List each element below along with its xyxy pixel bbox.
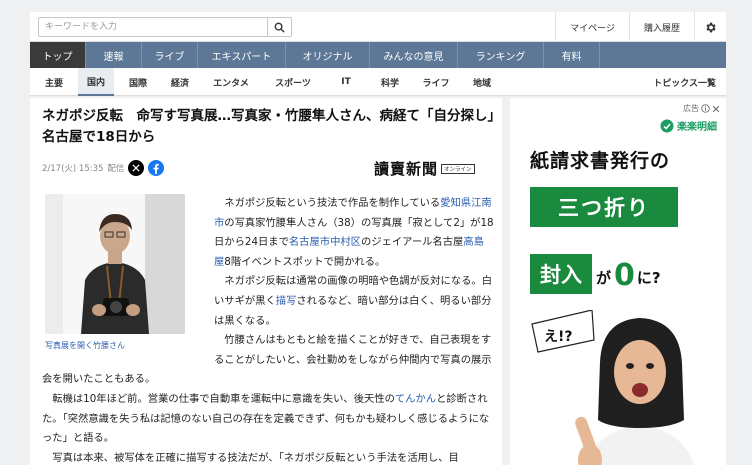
publisher-tag: オンライン	[441, 163, 475, 174]
search-box	[38, 17, 292, 37]
link-nakamura-ward[interactable]: 名古屋市中村区	[289, 236, 361, 248]
search-input[interactable]	[39, 18, 267, 36]
top-bar: マイページ 購入履歴	[30, 12, 726, 42]
info-icon[interactable]	[701, 104, 710, 113]
advertisement[interactable]: 広告 楽楽明細 紙請求書発行の 三つ折り 封入 が 0 に? え!?	[510, 98, 726, 465]
brand-logo-icon	[660, 119, 674, 132]
ad-highlight-box-2: 封入	[530, 254, 592, 294]
nav-expert[interactable]: エキスパート	[198, 42, 286, 68]
article-date-label: 配信	[107, 164, 125, 174]
article-headline: ネガポジ反転 命写す写真展…写真家・竹腰隼人さん、病経て「自分探し」 名古屋で1…	[42, 108, 508, 145]
nav-live[interactable]: ライブ	[142, 42, 198, 68]
top-links: マイページ 購入履歴	[555, 12, 726, 42]
search-icon	[274, 22, 285, 33]
ad-particle-ni: に?	[636, 269, 661, 287]
share-x-button[interactable]	[128, 160, 145, 176]
nav-top[interactable]: トップ	[30, 42, 86, 68]
purchase-history-link[interactable]: 購入履歴	[628, 12, 694, 42]
nav-paid[interactable]: 有料	[544, 42, 600, 68]
x-logo-icon	[132, 164, 141, 172]
ad-brand: 楽楽明細	[660, 118, 717, 133]
subnav-science[interactable]: 科学	[372, 68, 408, 96]
ad-person-illustration: え!?	[531, 310, 695, 465]
ad-particle-ga: が	[596, 269, 612, 287]
share-facebook-button[interactable]	[148, 160, 165, 176]
paragraph-text: のジェイアール名古屋	[360, 236, 464, 249]
subnav-economy[interactable]: 経済	[162, 68, 198, 96]
mypage-link[interactable]: マイページ	[555, 12, 629, 42]
main-nav: トップ 速報 ライブ エキスパート オリジナル みんなの意見 ランキング 有料	[30, 42, 726, 68]
ad-tagline: 封入 が 0 に?	[530, 254, 661, 294]
subnav-domestic[interactable]: 国内	[78, 68, 114, 96]
article-paragraph-5: 写真は本来、被写体を正確に描写する技法だが、「ネガポジ反転という手法を活用し、目	[52, 451, 459, 464]
link-epilepsy[interactable]: てんかん	[395, 393, 436, 405]
nav-original[interactable]: オリジナル	[286, 42, 370, 68]
facebook-logo-icon	[153, 163, 160, 174]
link-depiction[interactable]: 描写	[276, 295, 297, 307]
paragraph-text: ネガポジ反転という技法で作品を制作している	[224, 197, 441, 209]
article-meta: 2/17(火) 15:35 配信	[42, 160, 165, 176]
ad-bubble-text: え!?	[544, 329, 573, 345]
subnav-it[interactable]: IT	[330, 68, 362, 96]
paragraph-text: 8階イベントスポットで開かれる。	[224, 255, 386, 268]
article-date: 2/17(火) 15:35	[42, 164, 104, 174]
ad-label: 広告	[683, 103, 720, 114]
settings-button[interactable]	[694, 12, 726, 42]
subnav-life[interactable]: ライフ	[416, 68, 456, 96]
paragraph-text: 転機は10年ほど前。営業の仕事で自動車を運転中に意識を失い、後天性の	[52, 392, 395, 405]
article-paragraph-4: 転機は10年ほど前。営業の仕事で自動車を運転中に意識を失い、後天性のてんかんと診…	[42, 390, 494, 449]
ad-zero: 0	[614, 258, 635, 293]
close-icon[interactable]	[712, 105, 720, 113]
subnav-main[interactable]: 主要	[36, 68, 72, 96]
sub-nav: 主要 国内 国際 経済 エンタメ スポーツ IT 科学 ライフ 地域 トピックス…	[30, 68, 726, 96]
topics-list-link[interactable]: トピックス一覧	[653, 68, 716, 96]
nav-ranking[interactable]: ランキング	[458, 42, 544, 68]
nav-opinions[interactable]: みんなの意見	[370, 42, 458, 68]
ad-label-text: 広告	[683, 104, 699, 113]
article-body: ネガポジ反転という技法で作品を制作している愛知県江南市の写真家竹腰隼人さん（38…	[42, 194, 494, 465]
nav-breaking[interactable]: 速報	[86, 42, 142, 68]
ad-brand-name: 楽楽明細	[677, 122, 717, 133]
photo-float-spacer	[42, 194, 214, 364]
publisher-name: 讀賣新聞	[374, 160, 439, 178]
ad-highlight-box: 三つ折り	[530, 187, 678, 227]
subnav-local[interactable]: 地域	[462, 68, 502, 96]
publisher-logo[interactable]: 讀賣新聞 オンライン	[374, 158, 475, 179]
subnav-entertainment[interactable]: エンタメ	[206, 68, 256, 96]
gear-icon	[706, 22, 716, 32]
search-button[interactable]	[267, 18, 291, 36]
subnav-sports[interactable]: スポーツ	[266, 68, 320, 96]
ad-headline: 紙請求書発行の	[530, 150, 671, 172]
subnav-world[interactable]: 国際	[120, 68, 156, 96]
article: ネガポジ反転 命写す写真展…写真家・竹腰隼人さん、病経て「自分探し」 名古屋で1…	[30, 98, 508, 465]
